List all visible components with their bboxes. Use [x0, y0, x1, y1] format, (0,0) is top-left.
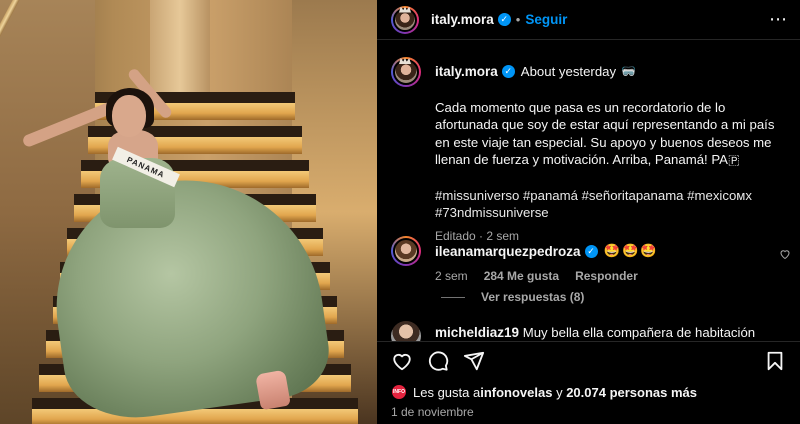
post-caption: italy.mora ✓ About yesterday 🥽 Cada mome…: [391, 57, 786, 245]
caption-title: About yesterday: [520, 64, 617, 79]
author-username[interactable]: italy.mora: [431, 12, 494, 27]
caption-username[interactable]: italy.mora: [435, 63, 498, 81]
replies-line: [441, 296, 465, 298]
post-header: italy.mora ✓ • Seguir ⋯: [377, 0, 800, 40]
follow-button[interactable]: Seguir: [525, 12, 567, 27]
post-date: 1 de noviembre: [391, 405, 474, 419]
comment-likes[interactable]: 284 Me gusta: [484, 269, 559, 283]
crown-icon: [399, 58, 411, 64]
likes-count[interactable]: 20.074 personas más: [566, 385, 697, 400]
post-side-panel: italy.mora ✓ • Seguir ⋯ italy.mora ✓ Abo…: [377, 0, 800, 424]
view-replies-label: Ver respuestas (8): [481, 290, 585, 304]
commenter-username[interactable]: ileanamarquezpedroza: [435, 244, 581, 259]
caption-avatar[interactable]: [391, 57, 421, 87]
post-actions: INFO Les gusta a infonovelas y 20.074 pe…: [377, 341, 800, 424]
more-options-icon[interactable]: ⋯: [769, 10, 788, 28]
author-avatar[interactable]: [391, 5, 419, 34]
photo-shoe: [255, 369, 291, 411]
comment-item: ileanamarquezpedroza ✓ 🤩🤩🤩 2 sem 284 Me …: [391, 236, 791, 283]
photo-face: [112, 95, 146, 137]
photo-column: [150, 0, 210, 95]
comment-text: 🤩🤩🤩: [603, 243, 659, 258]
bookmark-icon[interactable]: [764, 350, 786, 372]
goggles-emoji-icon: 🥽: [621, 64, 637, 78]
view-replies-button[interactable]: Ver respuestas (8): [441, 290, 584, 304]
share-icon[interactable]: [463, 350, 485, 372]
caption-hashtags[interactable]: #missuniverso #panamá #señoritapanama #m…: [435, 187, 785, 222]
commenter-avatar[interactable]: [391, 236, 421, 266]
caption-text: Cada momento que pasa es un recordatorio…: [435, 99, 779, 168]
comment-age: 2 sem: [435, 269, 468, 283]
commenter-username[interactable]: micheldiaz19: [435, 325, 519, 340]
comments-scroll-area[interactable]: italy.mora ✓ About yesterday 🥽 Cada mome…: [377, 41, 800, 341]
post-photo[interactable]: PANAMA: [0, 0, 377, 424]
likes-first-user[interactable]: infonovelas: [480, 385, 552, 400]
reply-button[interactable]: Responder: [575, 269, 638, 283]
verified-badge-icon: ✓: [584, 244, 598, 258]
comment-heart-icon[interactable]: [779, 248, 791, 260]
crown-icon: [399, 6, 411, 13]
likes-middle: y: [552, 384, 567, 400]
comment-icon[interactable]: [427, 350, 449, 372]
separator-dot: •: [515, 12, 521, 27]
heart-icon[interactable]: [391, 350, 413, 372]
verified-badge-icon: ✓: [497, 13, 511, 26]
likes-prefix: Les gusta a: [413, 384, 481, 400]
liker-avatar: INFO: [391, 384, 407, 400]
likes-summary[interactable]: INFO Les gusta a infonovelas y 20.074 pe…: [391, 384, 697, 400]
commenter-avatar[interactable]: [391, 321, 421, 341]
verified-badge-icon: ✓: [501, 65, 515, 79]
comment-item: micheldiaz19 Muy bella ella compañera de…: [391, 321, 791, 341]
